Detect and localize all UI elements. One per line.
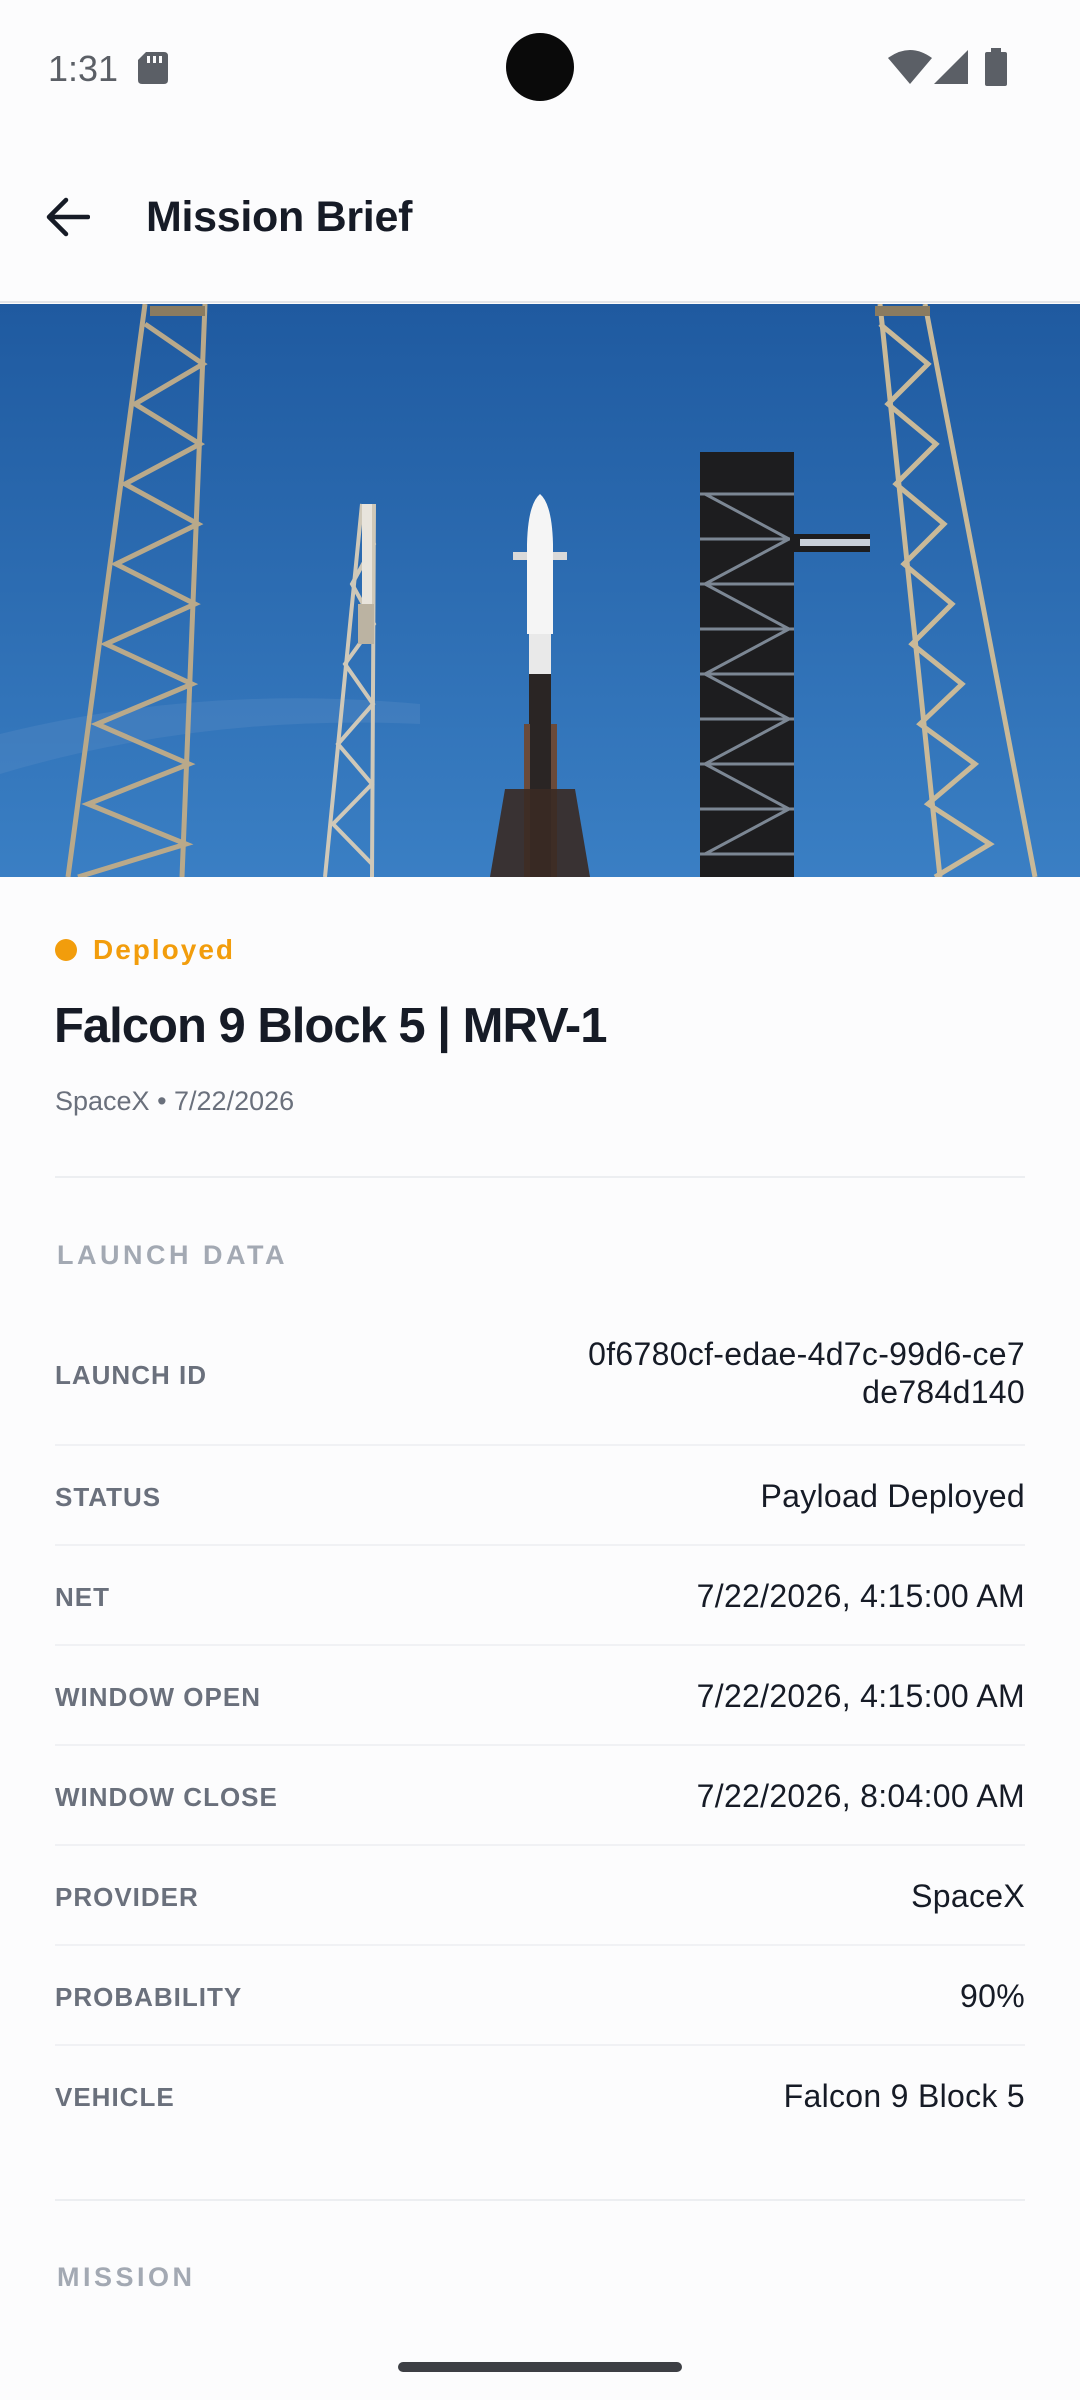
data-row-vehicle: VEHICLE Falcon 9 Block 5 xyxy=(55,2078,1025,2138)
data-row-value-continued: de784d140 xyxy=(862,1374,1025,1410)
divider xyxy=(55,1176,1025,1178)
row-separator xyxy=(55,1644,1025,1646)
data-row-value: SpaceX xyxy=(911,1878,1025,1914)
sd-card-icon xyxy=(138,52,168,84)
data-row-label: LAUNCH ID xyxy=(55,1360,207,1390)
cellular-signal-icon xyxy=(934,50,968,84)
data-row-probability: PROBABILITY 90% xyxy=(55,1978,1025,2038)
page-title: Mission Brief xyxy=(146,193,413,241)
data-row-value: 7/22/2026, 4:15:00 AM xyxy=(696,1678,1025,1714)
launch-status-badge: Deployed xyxy=(55,934,235,966)
data-row-value: 7/22/2026, 4:15:00 AM xyxy=(696,1578,1025,1614)
wifi-icon xyxy=(888,50,932,84)
row-separator xyxy=(55,1744,1025,1746)
data-row-label: WINDOW OPEN xyxy=(55,1682,261,1712)
data-row-label: STATUS xyxy=(55,1482,162,1512)
status-dot xyxy=(55,939,77,961)
row-separator xyxy=(55,1444,1025,1446)
status-time: 1:31 xyxy=(48,48,119,89)
status-label: Deployed xyxy=(93,934,236,965)
data-row-label: NET xyxy=(55,1582,110,1612)
data-row-window-close: WINDOW CLOSE 7/22/2026, 8:04:00 AM xyxy=(55,1778,1025,1838)
data-row-label: PROVIDER xyxy=(55,1882,199,1912)
divider xyxy=(55,2199,1025,2201)
data-row-value: 7/22/2026, 8:04:00 AM xyxy=(696,1778,1025,1814)
mission-subtitle: SpaceX • 7/22/2026 xyxy=(55,1086,295,1116)
status-bar: 1:31 xyxy=(0,0,1080,135)
hero-image xyxy=(0,304,1080,877)
data-row-label: VEHICLE xyxy=(55,2082,175,2112)
data-row-status: STATUS Payload Deployed xyxy=(55,1478,1025,1538)
section-header-mission: MISSION xyxy=(57,2262,196,2292)
app-bar: Mission Brief xyxy=(0,135,1080,303)
data-row-value: 90% xyxy=(960,1978,1025,2014)
row-separator xyxy=(55,1544,1025,1546)
mission-title: Falcon 9 Block 5 | MRV-1 xyxy=(54,999,607,1053)
data-row-launch-id: LAUNCH ID 0f6780cf-edae-4d7c-99d6-ce7 de… xyxy=(55,1336,1025,1444)
back-button[interactable] xyxy=(36,185,100,249)
data-row-net: NET 7/22/2026, 4:15:00 AM xyxy=(55,1578,1025,1638)
camera-cutout xyxy=(506,33,574,101)
row-separator xyxy=(55,1844,1025,1846)
data-row-window-open: WINDOW OPEN 7/22/2026, 4:15:00 AM xyxy=(55,1678,1025,1738)
arrow-left-icon xyxy=(46,197,90,237)
data-row-label: WINDOW CLOSE xyxy=(55,1782,278,1812)
data-row-label: PROBABILITY xyxy=(55,1982,243,2012)
row-separator xyxy=(55,2044,1025,2046)
home-indicator[interactable] xyxy=(398,2362,682,2372)
data-row-value: Payload Deployed xyxy=(760,1478,1025,1514)
section-header-launch-data: LAUNCH DATA xyxy=(57,1240,288,1270)
data-row-value: Falcon 9 Block 5 xyxy=(783,2078,1025,2114)
data-row-value: 0f6780cf-edae-4d7c-99d6-ce7 xyxy=(588,1336,1025,1372)
row-separator xyxy=(55,1944,1025,1946)
battery-icon xyxy=(985,48,1007,86)
data-row-provider: PROVIDER SpaceX xyxy=(55,1878,1025,1938)
